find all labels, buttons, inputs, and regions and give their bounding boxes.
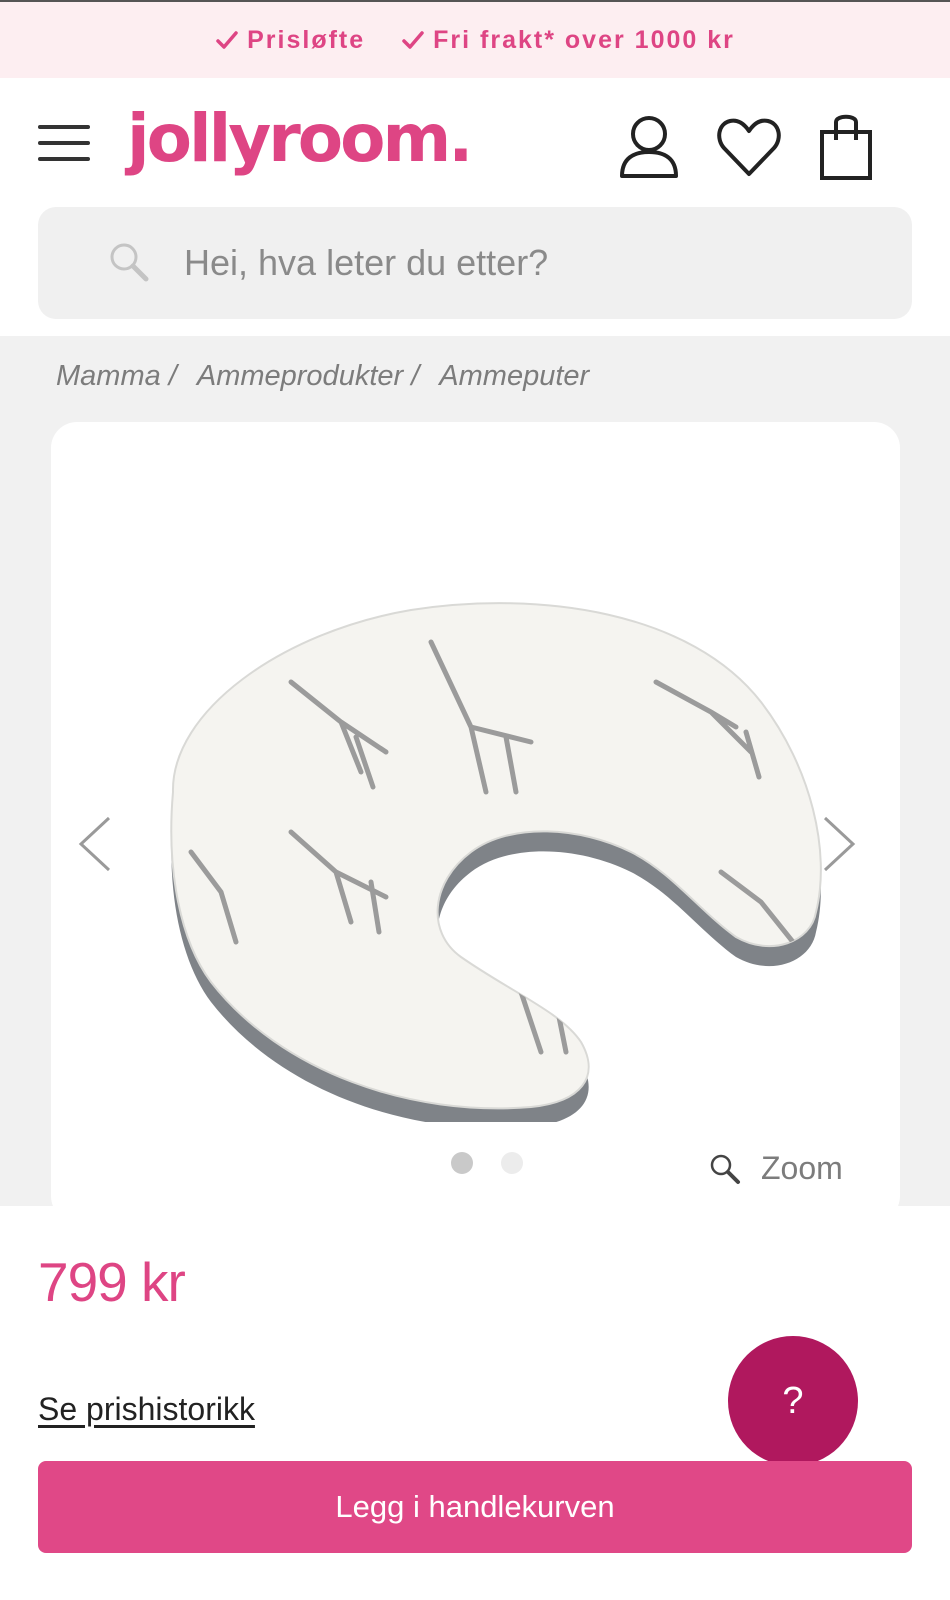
heart-icon[interactable] — [714, 112, 784, 182]
promo-label: Fri frakt* over 1000 kr — [433, 25, 735, 54]
menu-icon-line — [38, 125, 90, 129]
search-section — [0, 205, 950, 336]
breadcrumb-item-ammeputer[interactable]: Ammeputer — [439, 360, 589, 393]
menu-icon-line — [38, 141, 90, 145]
chevron-right-icon[interactable] — [819, 814, 859, 874]
breadcrumb-item-mamma[interactable]: Mamma / — [56, 360, 187, 393]
promo-item-free-shipping: Fri frakt* over 1000 kr — [401, 26, 735, 55]
breadcrumb-separator: / — [168, 360, 177, 392]
help-button[interactable]: ? — [728, 1336, 858, 1466]
bag-icon[interactable] — [816, 112, 876, 182]
zoom-button[interactable]: Zoom — [709, 1150, 843, 1187]
breadcrumb-label: Mamma — [56, 360, 161, 392]
zoom-label: Zoom — [761, 1150, 843, 1186]
menu-icon-line — [38, 157, 90, 161]
chevron-left-icon[interactable] — [75, 814, 115, 874]
search-box[interactable] — [38, 207, 912, 319]
search-icon — [110, 243, 149, 282]
breadcrumb-label: Ammeputer — [439, 360, 590, 392]
check-icon — [216, 31, 238, 49]
user-icon[interactable] — [614, 112, 684, 182]
promo-bar: Prisløfte Fri frakt* over 1000 kr — [0, 2, 950, 78]
promo-label: Prisløfte — [247, 25, 366, 54]
product-image-gallery: Zoom — [51, 422, 900, 1222]
breadcrumb-label: Ammeprodukter — [196, 360, 404, 392]
zoom-icon — [710, 1154, 740, 1184]
product-area: Mamma / Ammeprodukter / Ammeputer Zoom — [0, 336, 950, 1222]
menu-button[interactable] — [38, 125, 90, 161]
gallery-dot-active[interactable] — [451, 1152, 473, 1174]
search-input[interactable] — [184, 233, 884, 293]
check-icon — [402, 31, 424, 49]
breadcrumb-separator: / — [411, 360, 420, 392]
site-header: jollyroom. — [0, 78, 950, 205]
add-to-cart-button[interactable]: Legg i handlekurven — [38, 1461, 912, 1553]
breadcrumb: Mamma / Ammeprodukter / Ammeputer — [56, 360, 589, 393]
price-section: 799 kr Se prishistorikk ? Legg i handlek… — [0, 1206, 950, 1600]
logo[interactable]: jollyroom. — [127, 100, 473, 182]
product-image[interactable] — [111, 552, 831, 1122]
breadcrumb-item-ammeprodukter[interactable]: Ammeprodukter / — [197, 360, 429, 393]
price-history-link[interactable]: Se prishistorikk — [38, 1391, 255, 1428]
gallery-dots — [451, 1152, 523, 1174]
gallery-dot[interactable] — [501, 1152, 523, 1174]
promo-item-price-promise: Prisløfte — [215, 26, 365, 55]
product-price: 799 kr — [38, 1251, 186, 1313]
